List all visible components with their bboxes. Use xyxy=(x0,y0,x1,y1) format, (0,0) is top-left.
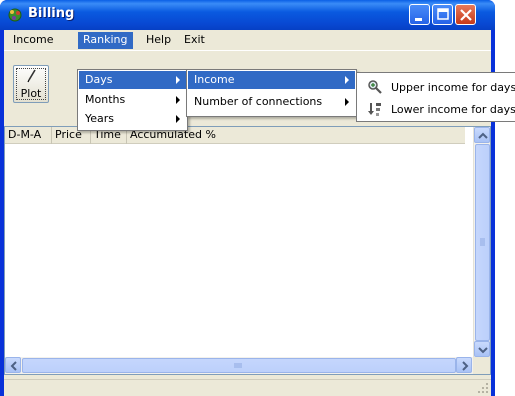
window-title: Billing xyxy=(28,6,75,21)
chevron-left-icon xyxy=(10,361,17,371)
submenu-arrow-icon xyxy=(345,98,349,106)
menu-item-lower-income[interactable]: Lower income for days xyxy=(361,99,515,119)
menu-item-label: Months xyxy=(85,93,126,106)
scroll-corner xyxy=(473,357,490,374)
minimize-button[interactable] xyxy=(409,4,430,25)
chevron-down-icon xyxy=(478,347,488,354)
app-window: Billing Income Ranking Help Exit Plot D-… xyxy=(0,0,495,396)
scroll-up-button[interactable] xyxy=(474,127,490,143)
menu-item-days[interactable]: Days xyxy=(79,71,186,89)
scroll-right-button[interactable] xyxy=(456,357,472,373)
maximize-icon xyxy=(437,8,449,20)
title-bar[interactable]: Billing xyxy=(0,0,495,30)
submenu-arrow-icon xyxy=(176,115,180,123)
menu-help[interactable]: Help xyxy=(141,32,176,49)
horizontal-scroll-thumb[interactable] xyxy=(22,358,456,373)
close-icon xyxy=(460,9,472,21)
submenu-arrow-icon xyxy=(176,76,180,84)
menu-ranking[interactable]: Ranking xyxy=(78,32,133,49)
sort-icon xyxy=(368,103,381,116)
magnifier-icon xyxy=(368,80,382,94)
submenu-arrow-icon xyxy=(345,76,349,84)
scroll-down-button[interactable] xyxy=(474,341,490,357)
pen-icon xyxy=(27,69,36,83)
menu-item-label: Number of connections xyxy=(194,95,323,108)
menu-item-number-of-connections[interactable]: Number of connections xyxy=(188,93,355,111)
menu-item-income[interactable]: Income xyxy=(188,71,355,89)
days-submenu: Income Number of connections xyxy=(186,69,357,117)
menu-item-years[interactable]: Years xyxy=(79,110,186,128)
menu-income[interactable]: Income xyxy=(8,32,58,49)
menu-bar: Income Ranking Help Exit xyxy=(4,30,491,50)
menu-item-label: Lower income for days xyxy=(391,103,515,116)
close-button[interactable] xyxy=(455,4,476,25)
chevron-right-icon xyxy=(462,361,469,371)
status-bar xyxy=(4,379,491,396)
vertical-scroll-thumb[interactable] xyxy=(475,144,490,341)
grip-icon xyxy=(234,363,242,368)
submenu-arrow-icon xyxy=(176,96,180,104)
menu-item-label: Years xyxy=(85,112,115,125)
grip-icon xyxy=(480,238,485,246)
menu-exit[interactable]: Exit xyxy=(179,32,210,49)
vertical-scrollbar[interactable] xyxy=(473,127,490,358)
ranking-menu: Days Months Years xyxy=(77,69,188,131)
resize-grip-icon[interactable] xyxy=(477,382,489,394)
plot-button[interactable]: Plot xyxy=(13,65,49,103)
income-submenu: Upper income for days Lower income for d… xyxy=(356,72,515,122)
menu-item-months[interactable]: Months xyxy=(79,91,186,109)
app-icon xyxy=(8,8,22,22)
maximize-button[interactable] xyxy=(432,4,453,25)
data-list[interactable]: D-M-A Price Time Accumulated % xyxy=(4,126,491,375)
chevron-up-icon xyxy=(478,132,488,139)
menu-item-label: Days xyxy=(85,73,113,86)
list-header: D-M-A Price Time Accumulated % xyxy=(5,127,465,144)
menu-item-upper-income[interactable]: Upper income for days xyxy=(361,77,515,97)
plot-label: Plot xyxy=(20,87,42,100)
menu-item-label: Upper income for days xyxy=(391,81,515,94)
column-date[interactable]: D-M-A xyxy=(5,127,52,144)
horizontal-scrollbar[interactable] xyxy=(5,357,474,374)
scroll-left-button[interactable] xyxy=(5,357,21,373)
menu-item-label: Income xyxy=(194,73,235,86)
minimize-icon xyxy=(415,18,422,21)
